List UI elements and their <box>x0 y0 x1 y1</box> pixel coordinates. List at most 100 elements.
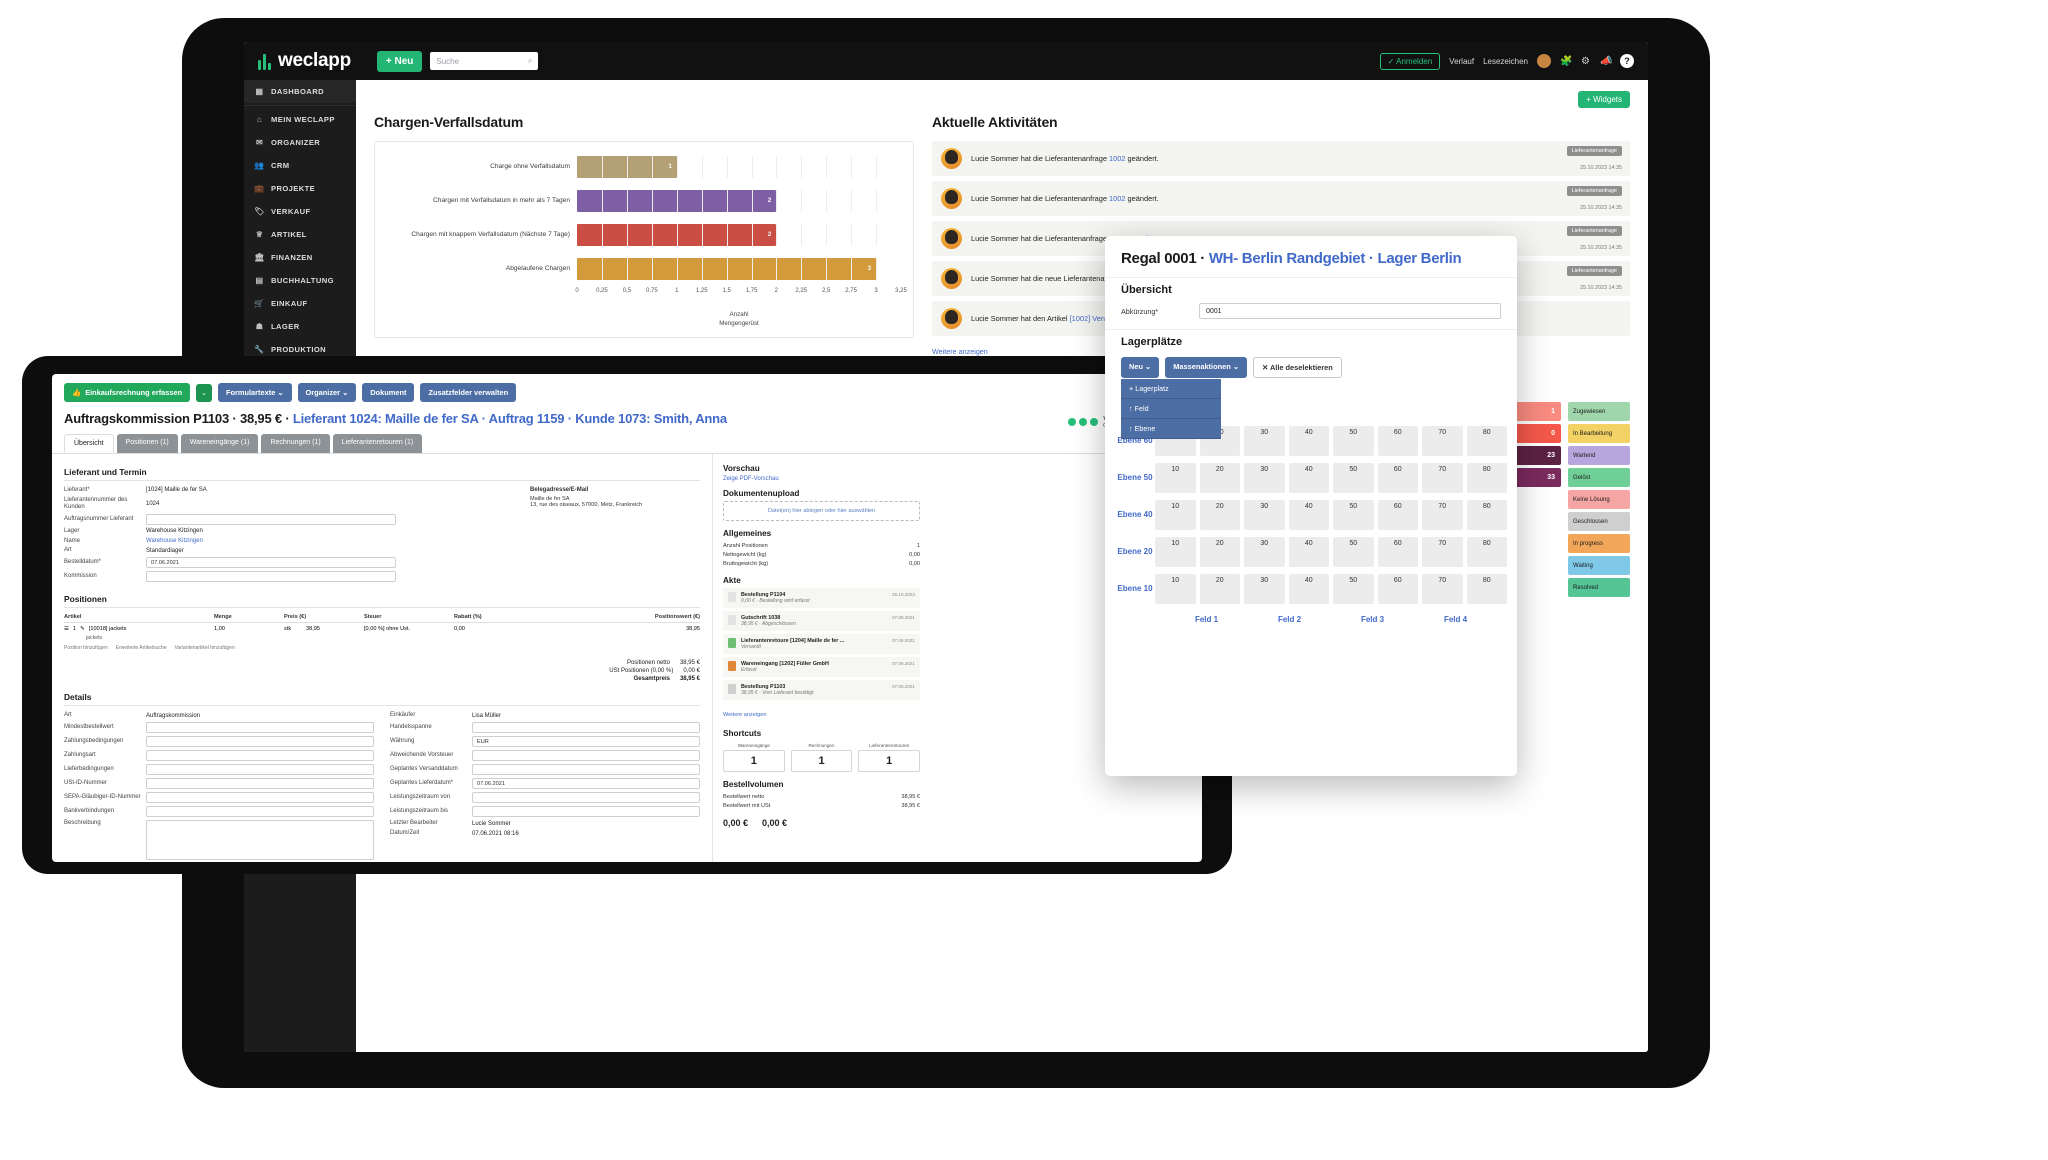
rack-cell[interactable]: 70 <box>1422 463 1463 493</box>
add-position-link[interactable]: Position hinzufügen <box>64 645 108 651</box>
bulk-actions-button[interactable]: Massenaktionen ⌄ <box>1165 357 1247 378</box>
list-item[interactable]: Bestellung P1104 0,00 € · Bestellung wird… <box>723 588 920 608</box>
rack-cell[interactable]: 50 <box>1333 537 1374 567</box>
rack-cell[interactable]: 10 <box>1155 463 1196 493</box>
menu-item-lagerplatz[interactable]: + Lagerplatz <box>1121 379 1221 399</box>
rack-cell[interactable]: 40 <box>1288 500 1329 530</box>
field-input[interactable] <box>472 764 700 776</box>
sidebar-item-artikel[interactable]: ♕ ARTIKEL <box>244 223 356 246</box>
legend-item[interactable]: Waiting <box>1568 556 1630 575</box>
field-input[interactable] <box>146 750 374 762</box>
rack-cell[interactable]: 60 <box>1377 426 1418 456</box>
field-input[interactable] <box>472 750 700 762</box>
field-input[interactable] <box>146 806 374 818</box>
shortcut-item[interactable]: Rechnungen 1 <box>790 743 853 772</box>
help-icon[interactable]: ? <box>1620 54 1634 68</box>
rack-cell[interactable]: 70 <box>1422 574 1463 604</box>
rack-cell[interactable]: 30 <box>1244 426 1285 456</box>
bookmarks-menu[interactable]: Lesezeichen <box>1483 57 1528 66</box>
kommission-input[interactable] <box>146 571 396 583</box>
rack-cell[interactable]: 60 <box>1377 574 1418 604</box>
legend-item[interactable]: In progress <box>1568 534 1630 553</box>
advanced-search-link[interactable]: Erweiterte Artikelsuche <box>116 645 167 651</box>
field-input[interactable] <box>472 806 700 818</box>
list-item[interactable]: Lieferantenretoure [1204] Maille de fer … <box>723 634 920 654</box>
legend-item[interactable]: Geschlossen <box>1568 512 1630 531</box>
megaphone-icon[interactable]: 📣 <box>1600 56 1612 67</box>
file-upload-dropzone[interactable]: Datei(en) hier ablegen oder hier auswähl… <box>723 501 920 521</box>
warehouse-link[interactable]: Warehouse Kitzingen <box>146 538 203 544</box>
rack-cell[interactable]: 20 <box>1199 574 1240 604</box>
rack-cell[interactable]: 20 <box>1199 463 1240 493</box>
rack-cell[interactable]: 30 <box>1244 574 1285 604</box>
gear-icon[interactable]: ⚙ <box>1580 56 1591 67</box>
invoice-dropdown-button[interactable]: ⌄ <box>196 383 213 402</box>
search-input[interactable]: Suche ⌕ <box>430 52 539 70</box>
description-textarea[interactable] <box>146 820 374 861</box>
rack-cell[interactable]: 10 <box>1155 537 1196 567</box>
rack-cell[interactable]: 80 <box>1466 426 1507 456</box>
activity-item[interactable]: Lucie Sommer hat die Lieferantenanfrage … <box>932 181 1630 216</box>
rack-cell[interactable]: 40 <box>1288 463 1329 493</box>
currency-input[interactable]: EUR <box>472 736 700 748</box>
document-button[interactable]: Dokument <box>362 383 415 402</box>
login-status[interactable]: ✓ Anmelden <box>1379 52 1441 70</box>
rack-cell[interactable]: 80 <box>1466 537 1507 567</box>
sidebar-item-buchhaltung[interactable]: ▤ BUCHHALTUNG <box>244 269 356 292</box>
rack-cell[interactable]: 30 <box>1244 500 1285 530</box>
rack-cell[interactable]: 70 <box>1422 426 1463 456</box>
abkuerzung-input[interactable]: 0001 <box>1199 303 1501 319</box>
rack-cell[interactable]: 80 <box>1466 463 1507 493</box>
field-input[interactable] <box>146 736 374 748</box>
legend-item[interactable]: Zugewiesen <box>1568 402 1630 421</box>
rack-cell[interactable]: 60 <box>1377 500 1418 530</box>
pdf-preview-link[interactable]: Zeige PDF-Vorschau <box>723 476 920 482</box>
capture-invoice-button[interactable]: 👍 Einkaufsrechnung erfassen <box>64 383 191 402</box>
order-date-input[interactable]: 07.06.2021 <box>146 557 396 569</box>
list-item[interactable]: Wareneingang [1202] Füller GmbH Erfasst 0… <box>723 657 920 677</box>
sidebar-item-mein-weclapp[interactable]: ⌂ MEIN WECLAPP <box>244 108 356 131</box>
drag-handle-icon[interactable]: ☰ <box>64 626 69 632</box>
rack-cell[interactable]: 30 <box>1244 463 1285 493</box>
new-button[interactable]: Neu ⌄ <box>1121 357 1160 378</box>
sidebar-item-einkauf[interactable]: 🛒 EINKAUF <box>244 292 356 315</box>
new-button[interactable]: + Neu <box>376 50 423 72</box>
legend-item[interactable]: Keine Lösung <box>1568 490 1630 509</box>
rack-cell[interactable]: 70 <box>1422 537 1463 567</box>
sidebar-item-projekte[interactable]: 💼 PROJEKTE <box>244 177 356 200</box>
tab-uebersicht[interactable]: Übersicht <box>64 434 114 453</box>
legend-item[interactable]: Gelöst <box>1568 468 1630 487</box>
tab-lieferantenretouren[interactable]: Lieferantenretouren (1) <box>332 434 423 453</box>
list-item[interactable]: Gutschrift 1038 38,95 € · Abgeschlossen 0… <box>723 611 920 631</box>
legend-item[interactable]: Wartend <box>1568 446 1630 465</box>
sidebar-item-crm[interactable]: 👥 CRM <box>244 154 356 177</box>
widgets-button[interactable]: + Widgets <box>1578 91 1630 108</box>
field-input[interactable] <box>472 722 700 734</box>
show-more-activities-link[interactable]: Weitere anzeigen <box>932 347 988 356</box>
rack-cell[interactable]: 40 <box>1288 426 1329 456</box>
rack-cell[interactable]: 20 <box>1199 500 1240 530</box>
extra-fields-button[interactable]: Zusatzfelder verwalten <box>420 383 517 402</box>
weclapp-logo[interactable]: weclapp <box>258 50 351 72</box>
field-input[interactable] <box>146 722 374 734</box>
field-input[interactable] <box>146 792 374 804</box>
list-item[interactable]: Bestellung P1103 38,95 € · Vom Lieferant … <box>723 680 920 700</box>
page-title-link[interactable]: Lieferant 1024: Maille de fer SA · Auftr… <box>293 411 727 426</box>
rack-cell[interactable]: 50 <box>1333 500 1374 530</box>
menu-item-ebene[interactable]: ↑ Ebene <box>1121 419 1221 439</box>
rack-cell[interactable]: 80 <box>1466 574 1507 604</box>
shortcut-item[interactable]: Wareneingänge 1 <box>723 743 785 772</box>
avatar[interactable] <box>1537 54 1551 68</box>
sidebar-item-verkauf[interactable]: 🏷 VERKAUF <box>244 200 356 223</box>
rack-cell[interactable]: 80 <box>1466 500 1507 530</box>
rack-cell[interactable]: 40 <box>1288 574 1329 604</box>
rack-cell[interactable]: 50 <box>1333 574 1374 604</box>
sidebar-item-finanzen[interactable]: 🏛 FINANZEN <box>244 246 356 269</box>
history-menu[interactable]: Verlauf <box>1449 57 1474 66</box>
shortcut-item[interactable]: Lieferantenretouren 1 <box>858 743 921 772</box>
rack-cell[interactable]: 20 <box>1199 537 1240 567</box>
activity-link[interactable]: 1002 <box>1109 154 1125 163</box>
order-number-input[interactable] <box>146 513 396 525</box>
field-input[interactable] <box>472 792 700 804</box>
sidebar-item-lager[interactable]: ☗ LAGER <box>244 315 356 338</box>
